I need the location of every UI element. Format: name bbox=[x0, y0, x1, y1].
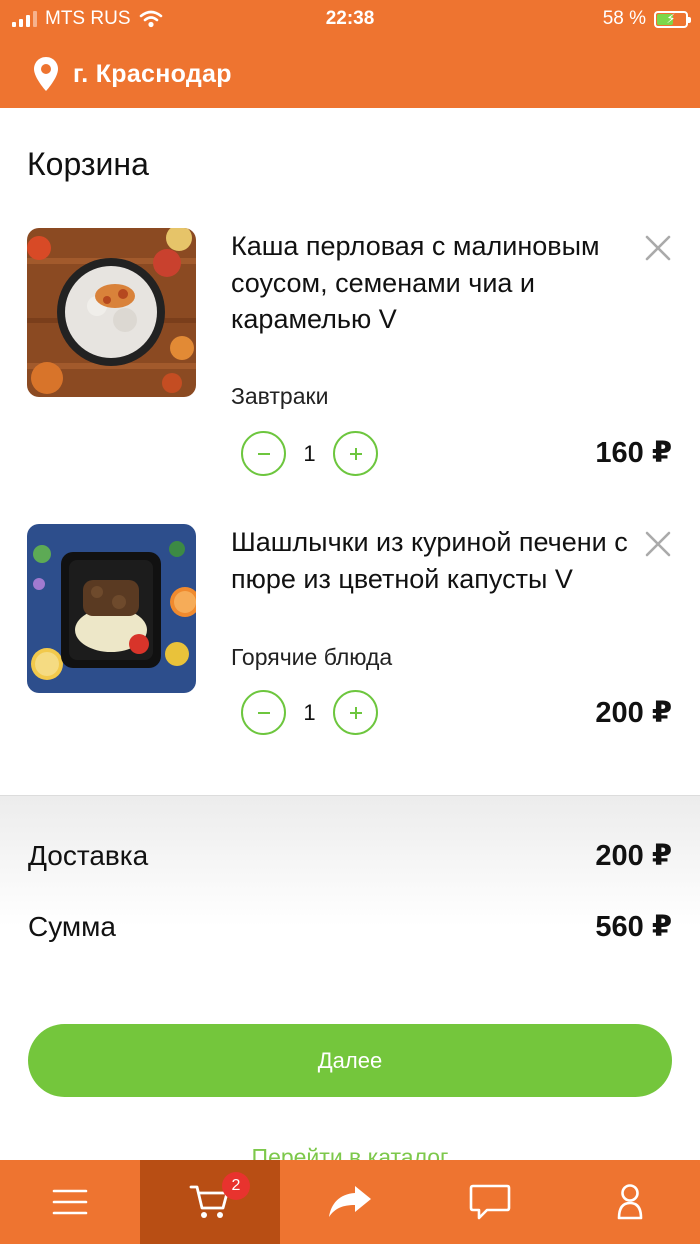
sum-value: 560 ₽ bbox=[595, 911, 672, 943]
user-icon bbox=[617, 1184, 643, 1220]
plus-icon bbox=[349, 447, 362, 460]
quantity-value: 1 bbox=[303, 440, 316, 466]
item-price: 160 ₽ bbox=[595, 437, 672, 469]
battery-icon: ⚡ bbox=[654, 10, 691, 28]
minus-icon bbox=[257, 711, 270, 714]
item-title: Шашлычки из куриной печени с пюре из цве… bbox=[231, 527, 628, 594]
increase-button[interactable] bbox=[333, 431, 378, 476]
decrease-button[interactable] bbox=[241, 690, 286, 735]
item-category: Завтраки bbox=[231, 383, 329, 409]
page-title: Корзина bbox=[27, 146, 149, 182]
chat-icon bbox=[469, 1184, 511, 1220]
cart-item: Шашлычки из куриной печени с пюре из цве… bbox=[0, 524, 700, 735]
status-bar: MTS RUS 22:38 58 % ⚡ bbox=[0, 0, 700, 40]
dish-image[interactable] bbox=[27, 524, 196, 693]
cart-badge: 2 bbox=[222, 1172, 250, 1200]
location-header[interactable]: г. Краснодар bbox=[0, 40, 700, 108]
clock: 22:38 bbox=[325, 8, 375, 29]
next-button[interactable]: Далее bbox=[28, 1024, 672, 1097]
tab-profile[interactable] bbox=[560, 1160, 700, 1244]
item-category: Горячие блюда bbox=[231, 644, 393, 670]
tab-chat[interactable] bbox=[420, 1160, 560, 1244]
close-icon[interactable] bbox=[644, 234, 672, 262]
tab-menu[interactable] bbox=[0, 1160, 140, 1244]
quantity-stepper: 1 bbox=[241, 431, 378, 476]
status-right: 58 % ⚡ bbox=[602, 8, 691, 30]
dish-image[interactable] bbox=[27, 228, 196, 397]
item-price: 200 ₽ bbox=[595, 697, 672, 729]
menu-icon bbox=[52, 1189, 88, 1215]
city-name: г. Краснодар bbox=[73, 59, 232, 88]
delivery-value: 200 ₽ bbox=[595, 840, 672, 872]
battery-percent: 58 % bbox=[602, 8, 646, 29]
tab-bar: 2 bbox=[0, 1160, 700, 1244]
quantity-stepper: 1 bbox=[241, 690, 378, 735]
order-totals: Доставка 200 ₽ Сумма 560 ₽ bbox=[0, 795, 700, 995]
sum-label: Сумма bbox=[28, 910, 116, 942]
delivery-row: Доставка 200 ₽ bbox=[28, 838, 672, 873]
delivery-label: Доставка bbox=[28, 839, 149, 871]
tab-share[interactable] bbox=[280, 1160, 420, 1244]
map-pin-icon bbox=[34, 57, 58, 91]
decrease-button[interactable] bbox=[241, 431, 286, 476]
cart-item: Каша перловая с малиновым соусом, семена… bbox=[0, 228, 700, 476]
increase-button[interactable] bbox=[333, 690, 378, 735]
item-title: Каша перловая с малиновым соусом, семена… bbox=[231, 231, 600, 334]
plus-icon bbox=[349, 706, 362, 719]
quantity-value: 1 bbox=[303, 699, 316, 725]
minus-icon bbox=[257, 452, 270, 455]
share-arrow-icon bbox=[329, 1186, 371, 1217]
close-icon[interactable] bbox=[644, 530, 672, 558]
tab-cart[interactable]: 2 bbox=[140, 1160, 280, 1244]
sum-row: Сумма 560 ₽ bbox=[28, 909, 672, 944]
